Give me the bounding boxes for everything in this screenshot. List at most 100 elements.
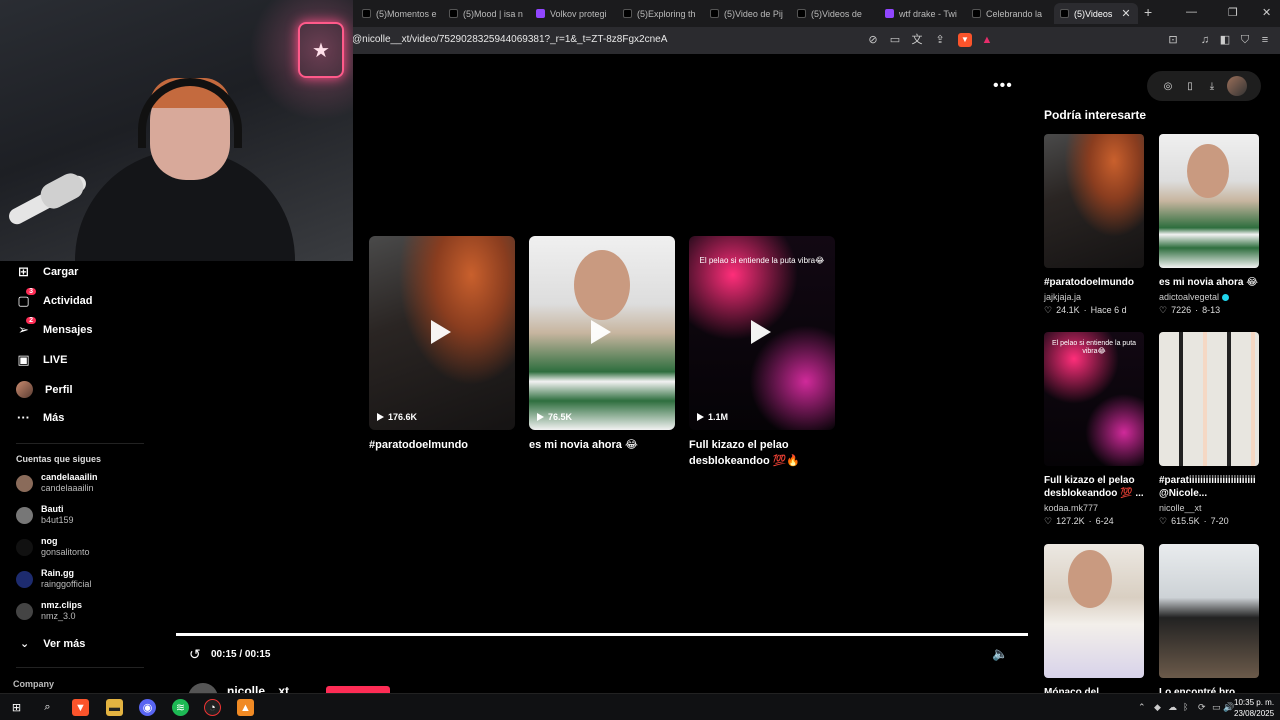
url-field[interactable]: @nicolle__xt/video/7529028325944069381?_… [352, 34, 667, 45]
recommended-title[interactable]: #paratiiiiiiiiiiiiiiiiiiiiiiii @Nicole..… [1159, 474, 1259, 500]
play-icon[interactable] [591, 320, 611, 344]
translate-icon[interactable]: 文 [910, 33, 924, 47]
browser-tab[interactable]: (5)Exploring th [617, 3, 703, 24]
video-title[interactable]: Full kizazo el pelao desblokeandoo 💯🔥@Pe… [689, 437, 835, 469]
recommended-author[interactable]: kodaa.mk777 [1044, 503, 1144, 513]
author-name[interactable]: nicolle__xt [227, 684, 289, 693]
video-card[interactable]: 176.6K #paratodoelmundo [369, 236, 515, 453]
search-icon[interactable]: ⌕ [39, 699, 56, 716]
system-clock[interactable]: 10:35 p. m. 23/08/2025 [1234, 697, 1274, 719]
recommended-video[interactable]: El pelao si entiende la puta vibra😂 Full … [1044, 332, 1144, 527]
close-window-icon[interactable]: ✕ [1262, 6, 1271, 19]
browser-tab[interactable]: (5)Momentos e [356, 3, 442, 24]
tray-cloud-icon[interactable]: ☁ [1168, 702, 1177, 713]
close-tab-icon[interactable]: ✕ [1121, 7, 1130, 20]
share-icon[interactable]: ⇪ [933, 33, 947, 47]
progress-bar[interactable] [176, 633, 1028, 636]
profile-avatar[interactable] [1227, 76, 1247, 96]
recommended-video[interactable]: Mónaco del [1044, 544, 1144, 699]
recommended-title[interactable]: #paratodoelmundo [1044, 276, 1144, 289]
tiktok-icon [362, 9, 371, 18]
new-tab-button[interactable]: + [1144, 4, 1152, 20]
tray-app-icon[interactable]: ◆ [1154, 702, 1161, 713]
company-link[interactable]: Company [13, 679, 54, 689]
browser-tab[interactable]: (5)Video de Pij [704, 3, 790, 24]
video-title[interactable]: #paratodoelmundo [369, 437, 515, 453]
sidebar-icon[interactable]: ◧ [1218, 33, 1232, 47]
browser-tab[interactable]: Volkov protegi [530, 3, 616, 24]
video-thumbnail[interactable]: 76.5K [529, 236, 675, 430]
following-account[interactable]: nmz.clips nmz_3.0 [16, 600, 82, 622]
recommended-author[interactable]: jajkjaja.ja [1044, 292, 1144, 302]
tray-bluetooth-icon[interactable]: ᛒ [1183, 702, 1188, 712]
nav-item-perfil[interactable]: Perfil [16, 381, 73, 398]
follow-button[interactable] [326, 686, 390, 693]
recommended-author[interactable]: adictoalvegetal [1159, 292, 1259, 302]
recommended-thumbnail[interactable] [1159, 332, 1259, 466]
recommended-video[interactable]: #paratodoelmundo jajkjaja.ja ♡ 24.1K · Hace 6… [1044, 134, 1144, 316]
app-icon[interactable]: ▲ [237, 699, 254, 716]
media-icon[interactable]: ♫ [1198, 33, 1212, 47]
file-explorer-icon[interactable]: ▬ [106, 699, 123, 716]
nav-item-mensajes[interactable]: ➢ 2 Mensajes [16, 317, 93, 337]
following-account[interactable]: Rain.gg rainggofficial [16, 568, 91, 590]
browser-tab[interactable]: Celebrando la [966, 3, 1052, 24]
play-icon[interactable] [751, 320, 771, 344]
device-icon[interactable]: ▯ [1179, 81, 1201, 92]
speaker-icon[interactable]: 🔊 [1223, 702, 1234, 713]
video-thumbnail[interactable]: El pelao si entiende la puta vibra😂 1.1M [689, 236, 835, 430]
minimize-icon[interactable]: — [1186, 6, 1197, 18]
browser-tab[interactable]: wtf drake - Twi [879, 3, 965, 24]
recommended-title[interactable]: es mi novia ahora 😂 [1159, 276, 1259, 289]
recommended-title[interactable]: Full kizazo el pelao desblokeandoo 💯 ... [1044, 474, 1144, 500]
browser-tab[interactable]: (5)Videos de [791, 3, 877, 24]
discord-icon[interactable]: ◉ [139, 699, 156, 716]
recommended-thumbnail[interactable] [1159, 544, 1259, 678]
author-avatar[interactable] [188, 683, 218, 693]
following-account[interactable]: candelaaailin candelaaailin [16, 472, 98, 494]
screenshot-icon[interactable]: ⊡ [1166, 33, 1180, 47]
maximize-icon[interactable]: ❐ [1228, 6, 1238, 19]
volume-icon[interactable]: 🔈 [992, 646, 1008, 662]
video-card[interactable]: 76.5K es mi novia ahora 😂 [529, 236, 675, 453]
recommended-video[interactable]: Lo encontré bro [1159, 544, 1259, 699]
recommended-thumbnail[interactable] [1044, 134, 1144, 268]
following-account[interactable]: Bauti b4ut159 [16, 504, 74, 526]
no-audio-icon[interactable]: ⊘ [866, 33, 880, 47]
tray-chevron-icon[interactable]: ⌃ [1138, 702, 1146, 713]
recommended-video[interactable]: es mi novia ahora 😂 adictoalvegetal ♡ 7226 ·… [1159, 134, 1259, 316]
browser-tab[interactable]: (5)Videos ✕ [1054, 3, 1138, 24]
browser-tab[interactable]: (5)Mood | isa n [443, 3, 529, 24]
more-options-icon[interactable]: ••• [993, 77, 1013, 95]
nav-item-cargar[interactable]: ⊞ Cargar [16, 264, 78, 279]
nav-item-actividad[interactable]: ▢ 3 Actividad [16, 288, 93, 308]
cast-icon[interactable]: ▭ [888, 33, 902, 47]
menu-icon[interactable]: ≡ [1258, 33, 1272, 47]
video-thumbnail[interactable]: 176.6K [369, 236, 515, 430]
recommended-thumbnail[interactable] [1044, 544, 1144, 678]
video-card[interactable]: El pelao si entiende la puta vibra😂 1.1M F… [689, 236, 835, 469]
recommended-thumbnail[interactable] [1159, 134, 1259, 268]
recommended-author[interactable]: nicolle__xt [1159, 503, 1259, 513]
vpn-shield-icon[interactable]: ⛉ [1238, 33, 1252, 47]
obs-icon[interactable]: ◔ [204, 699, 221, 716]
coins-icon[interactable]: ◎ [1157, 81, 1179, 92]
recommended-video[interactable]: #paratiiiiiiiiiiiiiiiiiiiiiiii @Nicole..… [1159, 332, 1259, 527]
brave-rewards-icon[interactable]: ▲ [980, 33, 994, 47]
video-title[interactable]: es mi novia ahora 😂 [529, 437, 675, 453]
windows-start-icon[interactable]: ⊞ [8, 699, 25, 716]
recommended-thumbnail[interactable]: El pelao si entiende la puta vibra😂 [1044, 332, 1144, 466]
brave-icon[interactable]: ▼ [72, 699, 89, 716]
tray-update-icon[interactable]: ⟳ [1198, 702, 1206, 713]
notification-badge: 3 [26, 288, 36, 295]
nav-item-live[interactable]: ▣ LIVE [16, 352, 67, 367]
spotify-icon[interactable]: ≋ [172, 699, 189, 716]
replay-icon[interactable]: ↺ [189, 646, 201, 663]
download-icon[interactable]: ⤓ [1201, 81, 1223, 92]
play-icon[interactable] [431, 320, 451, 344]
network-icon[interactable]: ▭ [1212, 702, 1221, 713]
see-more-button[interactable]: ⌄ Ver más [20, 637, 85, 651]
following-account[interactable]: nog gonsalitonto [16, 536, 90, 558]
brave-shield-icon[interactable]: ▼ [958, 33, 972, 47]
nav-item-más[interactable]: ··· Más [16, 410, 64, 425]
